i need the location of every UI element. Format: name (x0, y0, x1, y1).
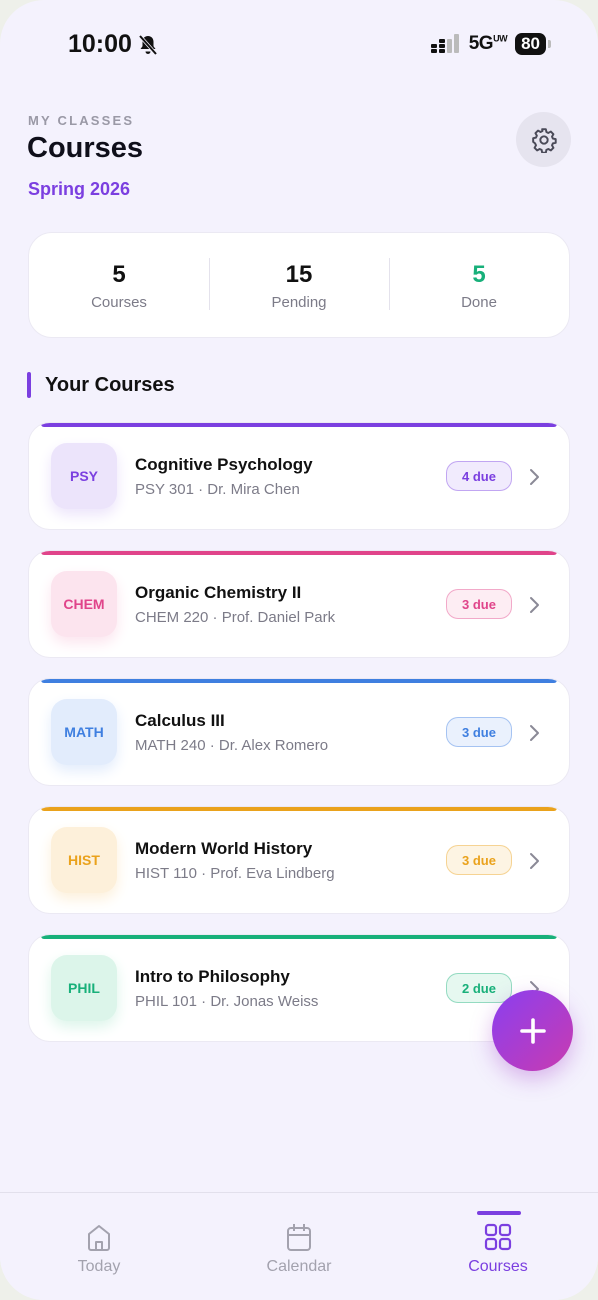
chevron-right-icon (530, 469, 539, 485)
course-card[interactable]: PSY Cognitive Psychology PSY 301 · Dr. M… (28, 422, 570, 530)
course-code-badge: CHEM (51, 571, 117, 637)
clock: 10:00 (68, 30, 132, 58)
status-time: 10:00 (68, 30, 158, 59)
tab-label: Calendar (266, 1258, 332, 1275)
gear-icon (531, 127, 557, 153)
tab-label: Today (77, 1258, 121, 1275)
grid-icon (484, 1223, 512, 1251)
due-count-badge: 2 due (446, 973, 512, 1003)
course-code-badge: HIST (51, 827, 117, 893)
bell-off-icon (138, 34, 158, 55)
course-meta: CHEM 220 · Prof. Daniel Park (135, 609, 336, 626)
due-count-badge: 3 due (446, 717, 512, 747)
tab-label: Courses (468, 1258, 528, 1275)
course-code-badge: PSY (51, 443, 117, 509)
course-meta: MATH 240 · Dr. Alex Romero (135, 737, 329, 754)
course-meta: PHIL 101 · Dr. Jonas Weiss (135, 993, 319, 1010)
course-color-bar (41, 423, 557, 427)
calendar-icon (287, 1224, 311, 1251)
stat-pending: 15 Pending (209, 257, 389, 311)
home-icon (88, 1225, 110, 1251)
stat-label: Courses (91, 293, 147, 311)
page-eyebrow: MY CLASSES (28, 113, 135, 128)
course-card[interactable]: CHEM Organic Chemistry II CHEM 220 · Pro… (28, 550, 570, 658)
course-name: Cognitive Psychology (135, 455, 313, 474)
course-name: Organic Chemistry II (135, 583, 302, 602)
course-meta: PSY 301 · Dr. Mira Chen (135, 481, 300, 498)
due-count-badge: 4 due (446, 461, 512, 491)
active-tab-indicator (477, 1211, 521, 1215)
course-card[interactable]: MATH Calculus III MATH 240 · Dr. Alex Ro… (28, 678, 570, 786)
add-course-button[interactable] (492, 990, 573, 1071)
due-count-badge: 3 due (446, 845, 512, 875)
phone-screen: 10:00 5GUW 80 MY CLASSES Courses Spring … (0, 0, 598, 1300)
course-name: Modern World History (135, 839, 313, 858)
settings-button[interactable] (516, 112, 571, 167)
term-label[interactable]: Spring 2026 (28, 179, 130, 200)
course-color-bar (41, 551, 557, 555)
chevron-right-icon (530, 853, 539, 869)
course-card[interactable]: HIST Modern World History HIST 110 · Pro… (28, 806, 570, 914)
tab-today[interactable]: Today (39, 1222, 159, 1276)
section-header: Your Courses (27, 372, 175, 398)
course-name: Calculus III (135, 711, 225, 730)
due-count-badge: 3 due (446, 589, 512, 619)
course-name: Intro to Philosophy (135, 967, 290, 986)
course-color-bar (41, 935, 557, 939)
stat-courses: 5 Courses (29, 260, 209, 311)
status-indicators: 5GUW 80 (430, 33, 551, 55)
course-code-badge: MATH (51, 699, 117, 765)
network-type: 5GUW (468, 33, 508, 54)
battery-indicator: 80 (515, 33, 551, 55)
stat-done: 5 Done (389, 257, 569, 311)
section-title: Your Courses (45, 373, 175, 396)
course-card[interactable]: PHIL Intro to Philosophy PHIL 101 · Dr. … (28, 934, 570, 1042)
course-color-bar (41, 679, 557, 683)
stat-label: Pending (271, 293, 327, 311)
section-accent (27, 372, 31, 398)
stat-label: Done (461, 293, 497, 311)
chevron-right-icon (530, 725, 539, 741)
course-code-badge: PHIL (51, 955, 117, 1021)
course-color-bar (41, 807, 557, 811)
tab-calendar[interactable]: Calendar (239, 1222, 359, 1276)
stats-summary: 5 Courses 15 Pending 5 Done (28, 232, 570, 338)
signal-icon (430, 34, 459, 53)
course-meta: HIST 110 · Prof. Eva Lindberg (135, 865, 335, 882)
stat-value: 15 (285, 260, 313, 288)
stat-value: 5 (112, 260, 126, 288)
chevron-right-icon (530, 597, 539, 613)
plus-icon (519, 1017, 546, 1044)
page-title: Courses (27, 132, 144, 164)
stat-value: 5 (472, 260, 486, 288)
tab-courses[interactable]: Courses (438, 1222, 558, 1276)
